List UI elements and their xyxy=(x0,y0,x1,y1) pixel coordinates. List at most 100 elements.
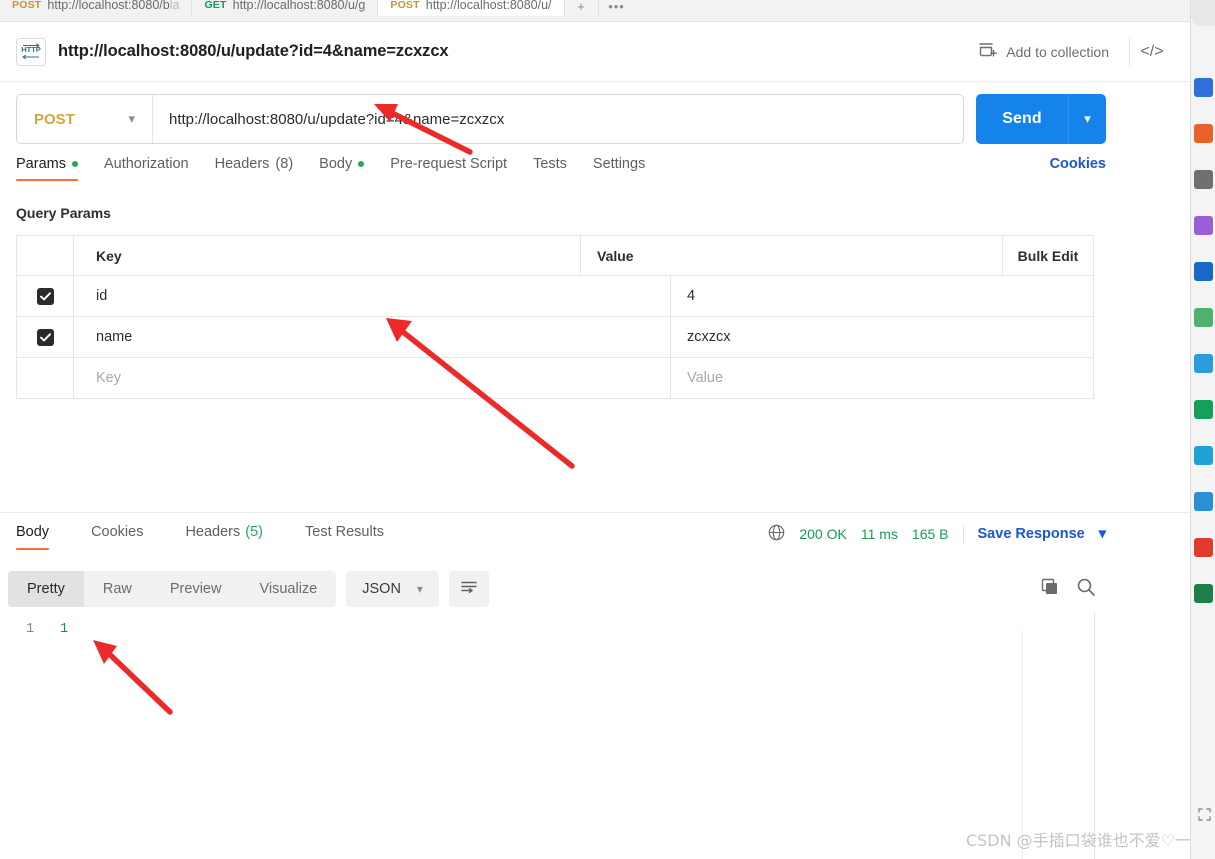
code-snippet-icon[interactable]: </> xyxy=(1130,38,1174,66)
query-params-label: Query Params xyxy=(16,205,111,221)
tab-authorization[interactable]: Authorization xyxy=(104,156,189,181)
taskbar-app-icon[interactable] xyxy=(1194,170,1213,189)
taskbar-app-icon[interactable] xyxy=(1194,78,1213,97)
view-mode-preview[interactable]: Preview xyxy=(151,571,241,607)
response-time: 11 ms xyxy=(860,526,898,542)
tab-settings[interactable]: Settings xyxy=(593,156,645,181)
table-header-row: Key Value Bulk Edit xyxy=(17,236,1093,276)
globe-icon xyxy=(768,524,785,544)
params-modified-dot-icon xyxy=(71,161,78,167)
row-checkbox-cell[interactable] xyxy=(17,276,74,316)
taskbar-app-icon[interactable] xyxy=(1194,446,1213,465)
view-mode-pretty[interactable]: Pretty xyxy=(8,571,84,607)
save-response-button[interactable]: Save Response xyxy=(978,526,1085,542)
checkbox-checked-icon[interactable] xyxy=(36,287,54,305)
response-tabs: Body Cookies Headers (5) Test Results 20… xyxy=(8,524,1106,560)
chevron-down-icon: ▾ xyxy=(416,582,423,596)
response-format-selector[interactable]: JSON ▾ xyxy=(346,571,439,607)
taskbar-app-icon[interactable] xyxy=(1194,354,1213,373)
tab-headers-label: Headers xyxy=(214,156,270,172)
add-to-collection-button[interactable]: Add to collection xyxy=(978,37,1130,66)
table-row: id 4 xyxy=(17,276,1093,317)
tab-tests-label: Tests xyxy=(533,156,567,172)
save-response-chevron-down-icon[interactable]: ▾ xyxy=(1099,526,1106,542)
response-body-viewer[interactable]: 1 1 xyxy=(0,612,1095,859)
http-icon: HTTP xyxy=(16,37,46,66)
request-tab-1[interactable]: POST http://localhost:8080/bla xyxy=(0,0,193,16)
row-checkbox-cell[interactable] xyxy=(17,358,74,398)
tab-headers-count: (8) xyxy=(275,156,294,172)
response-tab-body-label: Body xyxy=(16,524,50,540)
tab-tests[interactable]: Tests xyxy=(533,156,567,181)
response-size: 165 B xyxy=(911,526,949,542)
body-modified-dot-icon xyxy=(358,161,365,167)
response-tab-test-results[interactable]: Test Results xyxy=(297,524,392,550)
tab-headers[interactable]: Headers (8) xyxy=(215,156,294,181)
send-options-chevron-down-icon[interactable]: ▾ xyxy=(1068,94,1106,144)
param-key-input[interactable]: name xyxy=(74,317,671,357)
response-status: 200 OK xyxy=(799,526,847,542)
method-selector[interactable]: POST ▾ xyxy=(17,95,153,143)
param-value-input[interactable]: 4 xyxy=(671,276,1093,316)
url-input[interactable]: http://localhost:8080/u/update?id=4&name… xyxy=(153,95,963,143)
screenshot-region-icon[interactable] xyxy=(1198,808,1211,821)
query-params-table: Key Value Bulk Edit id 4 name zcxzcx Key… xyxy=(16,235,1094,399)
param-key-input[interactable]: id xyxy=(74,276,671,316)
response-body-actions xyxy=(1040,577,1106,602)
row-checkbox-cell[interactable] xyxy=(17,317,74,357)
taskbar-app-icon[interactable] xyxy=(1194,492,1213,511)
add-to-collection-label: Add to collection xyxy=(1006,43,1109,60)
header-value: Value xyxy=(581,236,1003,275)
response-tab-cookies[interactable]: Cookies xyxy=(83,524,151,550)
tab-params[interactable]: Params xyxy=(16,156,78,181)
response-meta: 200 OK 11 ms 165 B Save Response ▾ xyxy=(768,524,1106,552)
taskbar-app-icon[interactable] xyxy=(1194,308,1213,327)
taskbar-app-icon[interactable] xyxy=(1194,400,1213,419)
taskbar-app-icon[interactable] xyxy=(1194,124,1213,143)
checkbox-checked-icon[interactable] xyxy=(36,328,54,346)
request-tab-2[interactable]: GET http://localhost:8080/u/g xyxy=(192,0,379,16)
pane-divider[interactable] xyxy=(0,512,1190,513)
request-tab-3[interactable]: POST http://localhost:8080/u/ xyxy=(378,0,565,16)
cookies-link[interactable]: Cookies xyxy=(1050,156,1106,172)
body-inner-divider xyxy=(1022,630,1023,859)
response-tab-cookies-label: Cookies xyxy=(91,524,144,540)
tab-url-label: http://localhost:8080/bla xyxy=(47,0,180,12)
taskbar-app-icon[interactable] xyxy=(1194,216,1213,235)
request-tabs: Params Authorization Headers (8) Body Pr… xyxy=(16,156,1106,192)
response-headers-count: (5) xyxy=(245,524,263,540)
tab-url-label: http://localhost:8080/u/g xyxy=(232,0,366,12)
view-mode-visualize[interactable]: Visualize xyxy=(240,571,336,607)
line-number: 1 xyxy=(25,622,35,637)
param-key-input-empty[interactable]: Key xyxy=(74,358,671,398)
param-value-input-empty[interactable]: Value xyxy=(671,358,1093,398)
send-button[interactable]: Send xyxy=(976,94,1068,144)
watermark: CSDN @手插口袋谁也不爱♡一 xyxy=(965,831,1191,850)
word-wrap-button[interactable] xyxy=(448,571,489,607)
tab-method-label: GET xyxy=(204,0,227,11)
param-value-input[interactable]: zcxzcx xyxy=(671,317,1093,357)
new-tab-button[interactable]: + xyxy=(565,0,599,17)
body-scrollbar-track[interactable] xyxy=(1094,612,1095,859)
search-icon[interactable] xyxy=(1076,577,1096,602)
taskbar-app-icon[interactable] xyxy=(1194,538,1213,557)
url-bar: POST ▾ http://localhost:8080/u/update?id… xyxy=(16,94,964,144)
tab-pre-request-script[interactable]: Pre-request Script xyxy=(390,156,507,181)
tab-options-button[interactable]: ••• xyxy=(599,0,635,17)
bulk-edit-button[interactable]: Bulk Edit xyxy=(1003,236,1093,275)
copy-icon[interactable] xyxy=(1040,577,1060,602)
taskbar-app-icon[interactable] xyxy=(1194,262,1213,281)
view-mode-raw[interactable]: Raw xyxy=(84,571,151,607)
response-tab-body[interactable]: Body xyxy=(8,524,57,550)
request-header-actions: Add to collection </> xyxy=(978,37,1174,66)
response-tab-headers[interactable]: Headers (5) xyxy=(177,524,271,550)
tab-method-label: POST xyxy=(390,0,420,11)
response-view-toolbar: Pretty Raw Preview Visualize JSON ▾ xyxy=(8,571,1106,607)
response-body-content: 1 xyxy=(60,622,69,637)
word-wrap-icon xyxy=(460,580,478,599)
tab-body[interactable]: Body xyxy=(319,156,365,181)
tab-params-label: Params xyxy=(16,156,66,172)
taskbar-app-icon[interactable] xyxy=(1194,584,1213,603)
header-checkbox-cell xyxy=(17,236,74,275)
tab-pre-request-script-label: Pre-request Script xyxy=(390,156,508,172)
